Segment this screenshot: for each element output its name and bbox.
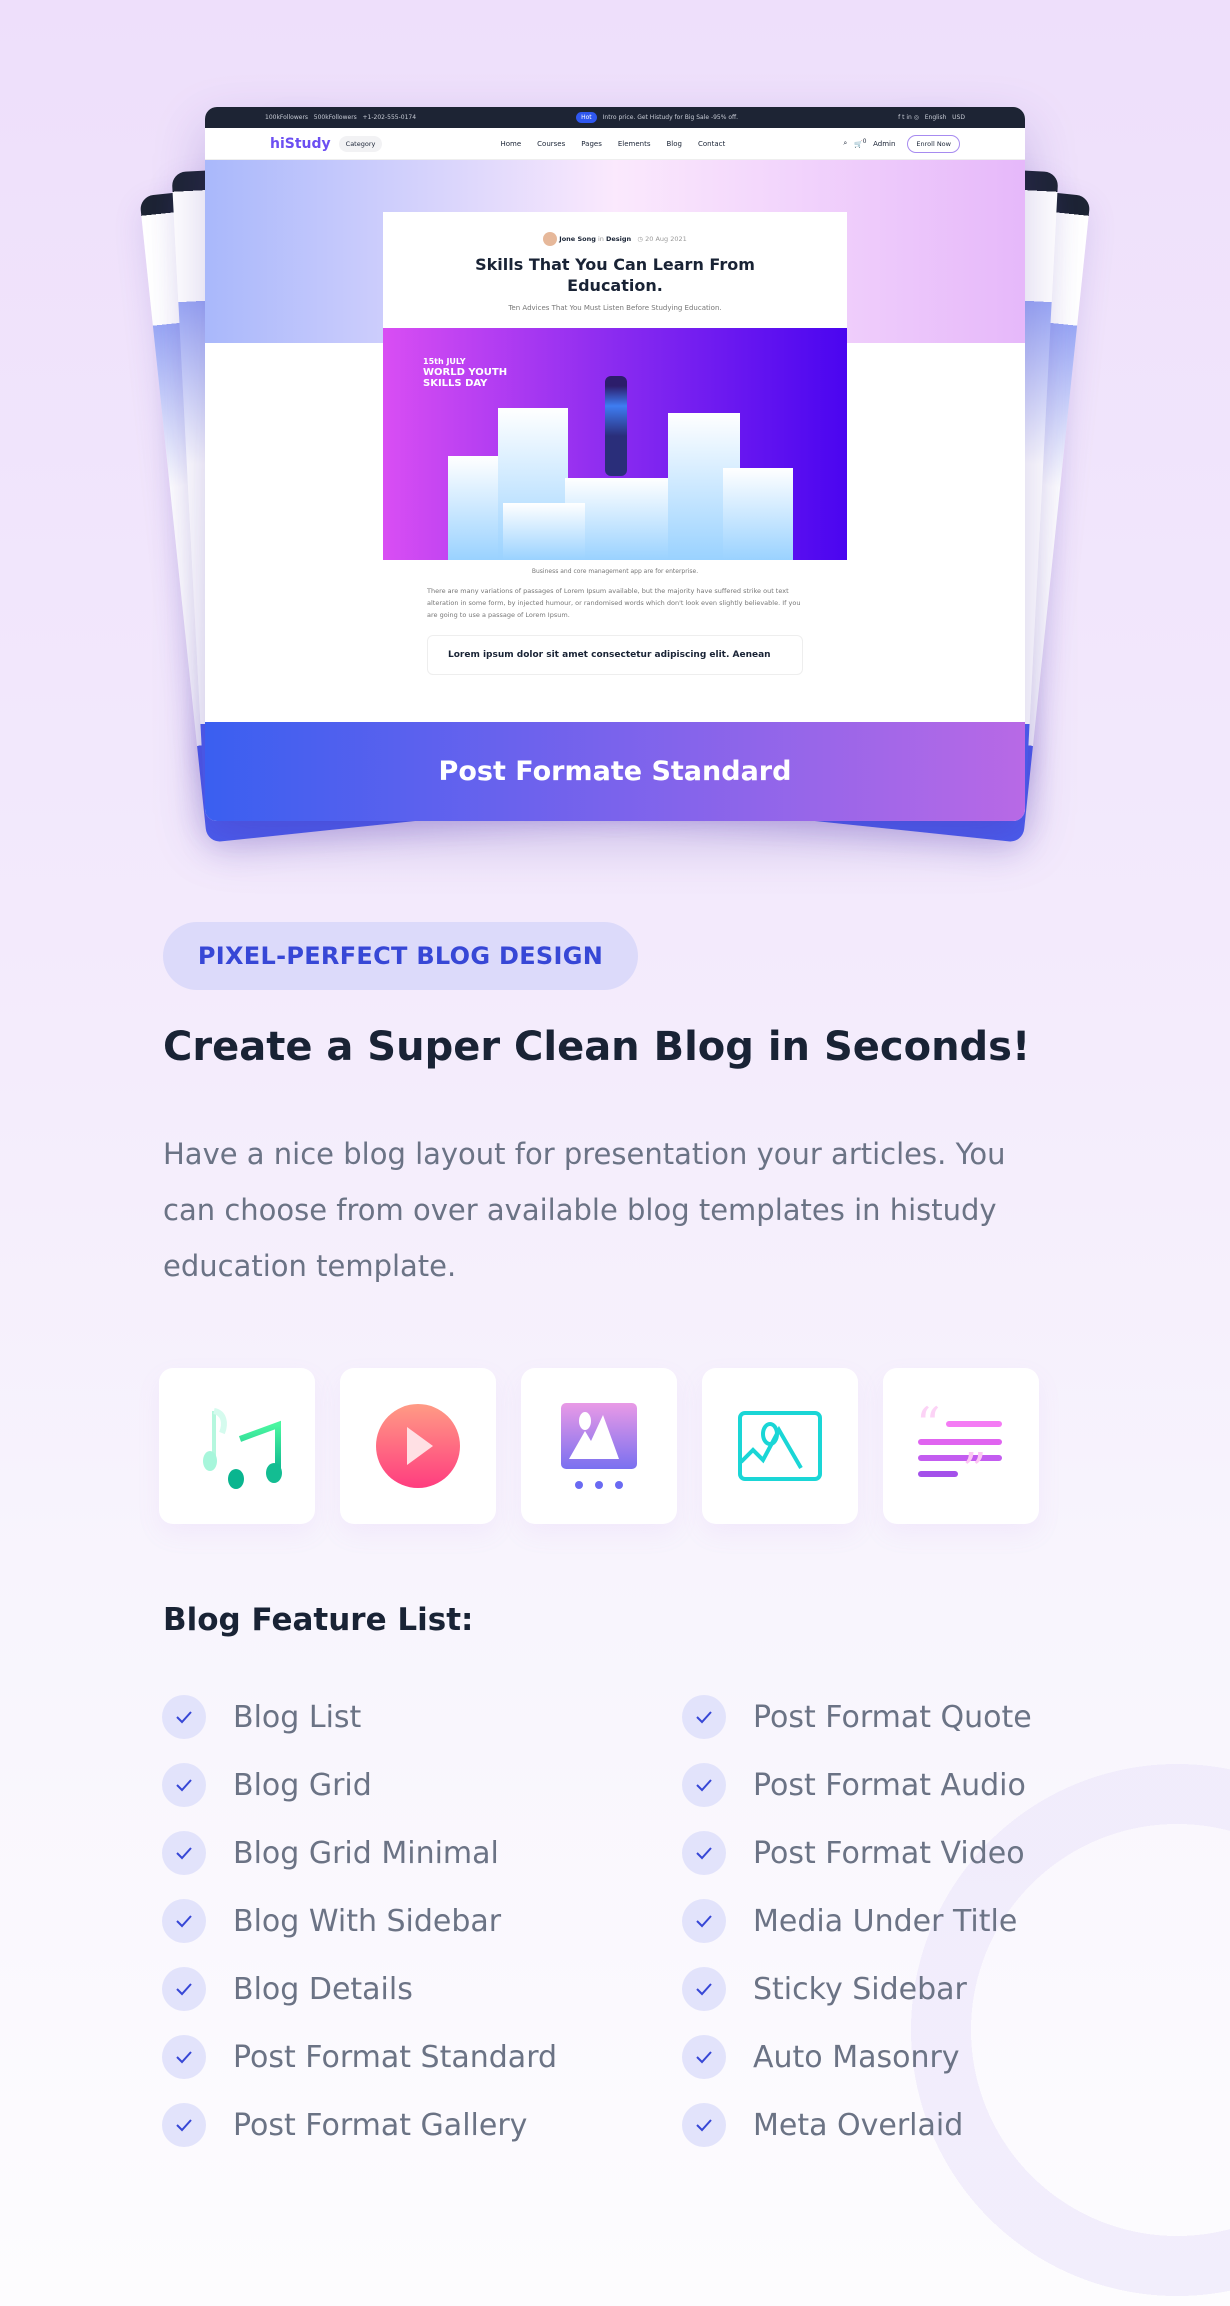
article-title: Skills That You Can Learn From Education…: [475, 255, 755, 295]
image-icon: [738, 1411, 822, 1481]
section-heading: Create a Super Clean Blog in Seconds!: [163, 1024, 1031, 1070]
feature-list-left: Blog List Blog Grid Blog Grid Minimal Bl…: [162, 1683, 557, 2159]
check-icon: [682, 1695, 726, 1739]
cart-icon: 🛒0: [853, 138, 867, 149]
student-figure: [605, 376, 627, 476]
currency-select: USD: [952, 114, 965, 121]
section-description: Have a nice blog layout for presentation…: [163, 1137, 1006, 1283]
check-icon: [162, 2035, 206, 2079]
blog-preview-mockup[interactable]: 100kFollowers 500kFollowers +1-202-555-0…: [205, 107, 1025, 821]
feature-label: Post Format Audio: [753, 1767, 1026, 1803]
followers: 100kFollowers: [265, 114, 309, 121]
nav-elements: Elements: [617, 139, 651, 148]
nav-contact: Contact: [697, 139, 726, 148]
svg-text:“: “: [916, 1403, 941, 1453]
article-body: There are many variations of passages of…: [427, 587, 801, 619]
feature-label: Sticky Sidebar: [753, 1971, 967, 2007]
check-icon: [682, 2035, 726, 2079]
feature-item: Post Format Video: [682, 1819, 1032, 1887]
mockup-topbar: 100kFollowers 500kFollowers +1-202-555-0…: [205, 107, 1025, 128]
article-subtitle: Ten Advices That You Must Listen Before …: [508, 304, 722, 312]
social-icons: f t in ◎: [898, 114, 920, 121]
hot-badge: Hot: [576, 112, 597, 123]
enroll-button: Enroll Now: [907, 134, 960, 153]
feature-label: Post Format Quote: [753, 1699, 1032, 1735]
check-icon: [682, 1763, 726, 1807]
nav-courses: Courses: [537, 139, 566, 148]
user-link: Admin: [873, 139, 896, 148]
feature-item: Media Under Title: [682, 1887, 1032, 1955]
check-icon: [162, 2103, 206, 2147]
feature-item: Post Format Quote: [682, 1683, 1032, 1751]
feature-item: Auto Masonry: [682, 2023, 1032, 2091]
feature-list-right: Post Format Quote Post Format Audio Post…: [682, 1683, 1032, 2159]
mockup-banner-title: Post Formate Standard: [205, 722, 1025, 821]
audio-icon: [203, 1408, 282, 1489]
feature-item: Post Format Audio: [682, 1751, 1032, 1819]
check-icon: [162, 1763, 206, 1807]
feature-label: Blog List: [233, 1699, 362, 1735]
check-icon: [682, 1831, 726, 1875]
feature-list-title: Blog Feature List:: [163, 1602, 474, 1638]
gallery-format-card: [521, 1368, 677, 1524]
search-icon: ⌕: [843, 139, 848, 147]
feature-item: Blog With Sidebar: [162, 1887, 557, 1955]
quote-format-card: “”: [883, 1368, 1039, 1524]
check-icon: [162, 1695, 206, 1739]
feature-label: Blog With Sidebar: [233, 1903, 502, 1939]
author-avatar: [543, 232, 558, 246]
feature-item: Blog Grid Minimal: [162, 1819, 557, 1887]
feature-label: Auto Masonry: [753, 2039, 960, 2075]
check-icon: [162, 1967, 206, 2011]
image-format-card: [702, 1368, 858, 1524]
feature-item: Post Format Gallery: [162, 2091, 557, 2159]
promo-text: Intro price. Get Histudy for Big Sale -9…: [602, 114, 739, 121]
check-icon: [162, 1831, 206, 1875]
play-icon: [376, 1404, 460, 1488]
image-caption: Business and core management app are for…: [531, 568, 699, 575]
followers: 500kFollowers: [313, 114, 357, 121]
blockquote: Lorem ipsum dolor sit amet consectetur a…: [427, 635, 803, 675]
feature-item: Blog Details: [162, 1955, 557, 2023]
feature-label: Post Format Standard: [233, 2039, 558, 2075]
check-icon: [682, 1967, 726, 2011]
video-format-card: [340, 1368, 496, 1524]
section-badge: PIXEL-PERFECT BLOG DESIGN: [163, 922, 638, 990]
feature-item: Meta Overlaid: [682, 2091, 1032, 2159]
post-format-icons: “”: [159, 1368, 1039, 1524]
feature-item: Sticky Sidebar: [682, 1955, 1032, 2023]
svg-text:”: ”: [962, 1443, 987, 1489]
feature-label: Blog Details: [233, 1971, 413, 2007]
feature-label: Post Format Gallery: [233, 2107, 528, 2143]
featured-image: 15th JULY WORLD YOUTH SKILLS DAY: [383, 328, 847, 560]
feature-label: Media Under Title: [753, 1903, 1018, 1939]
feature-label: Post Format Video: [753, 1835, 1025, 1871]
feature-label: Blog Grid Minimal: [233, 1835, 499, 1871]
audio-format-card: [159, 1368, 315, 1524]
mockup-nav: hiStudy Category Home Courses Pages Elem…: [205, 128, 1025, 160]
gallery-icon: [561, 1403, 637, 1489]
quote-icon: “”: [916, 1403, 1002, 1489]
check-icon: [162, 1899, 206, 1943]
nav-pages: Pages: [581, 139, 602, 148]
feature-label: Meta Overlaid: [753, 2107, 964, 2143]
nav-home: Home: [500, 139, 522, 148]
check-icon: [682, 1899, 726, 1943]
phone: +1-202-555-0174: [362, 114, 417, 121]
check-icon: [682, 2103, 726, 2147]
category-button: Category: [338, 135, 383, 152]
feature-item: Blog List: [162, 1683, 557, 1751]
feature-item: Post Format Standard: [162, 2023, 557, 2091]
feature-label: Blog Grid: [233, 1767, 372, 1803]
nav-blog: Blog: [666, 139, 682, 148]
language-select: English: [924, 114, 947, 121]
logo: hiStudy: [270, 135, 331, 152]
feature-item: Blog Grid: [162, 1751, 557, 1819]
